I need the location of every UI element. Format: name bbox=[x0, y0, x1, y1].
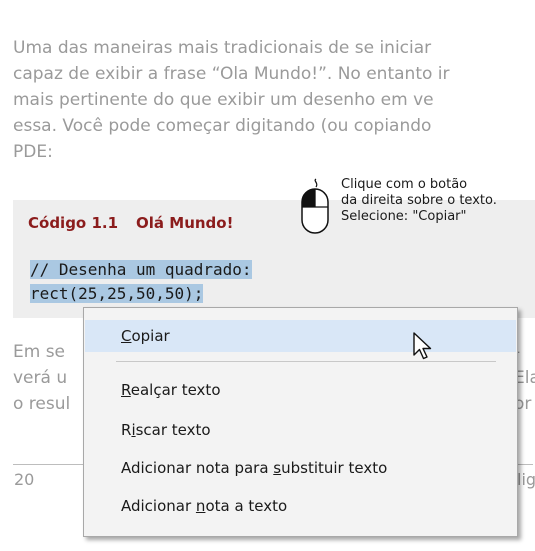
menu-item-label: Realçar texto bbox=[121, 381, 221, 399]
selected-code[interactable]: rect(25,25,50,50); bbox=[30, 284, 204, 303]
mouse-hint: Clique com o botão da direita sobre o te… bbox=[299, 177, 535, 239]
mouse-icon bbox=[301, 178, 329, 234]
menu-item-realcar-texto[interactable]: Realçar texto bbox=[85, 374, 516, 406]
paragraph-line: Uma das maneiras mais tradicionais de se… bbox=[13, 38, 432, 58]
paragraph-line: mais pertinente do que exibir um desenho… bbox=[13, 90, 434, 110]
body-paragraph: Uma das maneiras mais tradicionais de se… bbox=[13, 35, 535, 165]
hint-line: Selecione: "Copiar" bbox=[341, 209, 467, 224]
code-line: rect(25,25,50,50); bbox=[30, 282, 252, 306]
menu-item-adicionar-nota-texto[interactable]: Adicionar nota a texto bbox=[85, 490, 516, 522]
menu-item-adicionar-nota-substituir[interactable]: Adicionar nota para substituir texto bbox=[85, 452, 516, 484]
paragraph-line: essa. Você pode começar digitando (ou co… bbox=[13, 116, 432, 136]
menu-separator bbox=[116, 361, 496, 362]
code-caption-number: Código 1.1 bbox=[28, 214, 119, 232]
menu-item-copiar[interactable]: Copiar bbox=[85, 320, 516, 352]
mouse-pointer-icon bbox=[413, 332, 432, 360]
code-line: // Desenha um quadrado: bbox=[30, 258, 252, 282]
menu-item-riscar-texto[interactable]: Riscar texto bbox=[85, 414, 516, 446]
code-caption-title: Olá Mundo! bbox=[136, 214, 234, 232]
code-text[interactable]: // Desenha um quadrado: rect(25,25,50,50… bbox=[30, 258, 252, 306]
menu-item-label: Riscar texto bbox=[121, 421, 211, 439]
footer-fragment: lig bbox=[517, 470, 535, 489]
hint-line: Clique com o botão bbox=[341, 177, 468, 192]
paragraph-line: capaz de exibir a frase “Ola Mundo!”. No… bbox=[13, 64, 450, 84]
menu-item-label: Adicionar nota para substituir texto bbox=[121, 459, 388, 477]
page-number: 20 bbox=[14, 470, 35, 489]
context-menu: Copiar Realçar texto Riscar texto Adicio… bbox=[83, 307, 518, 537]
menu-item-label: Adicionar nota a texto bbox=[121, 497, 288, 515]
paragraph-line: PDE: bbox=[13, 142, 53, 162]
code-caption: Código 1.1 Olá Mundo! bbox=[28, 214, 233, 232]
hint-line: da direita sobre o texto. bbox=[341, 193, 497, 208]
selected-code[interactable]: // Desenha um quadrado: bbox=[30, 260, 252, 279]
menu-item-label: Copiar bbox=[121, 327, 170, 345]
